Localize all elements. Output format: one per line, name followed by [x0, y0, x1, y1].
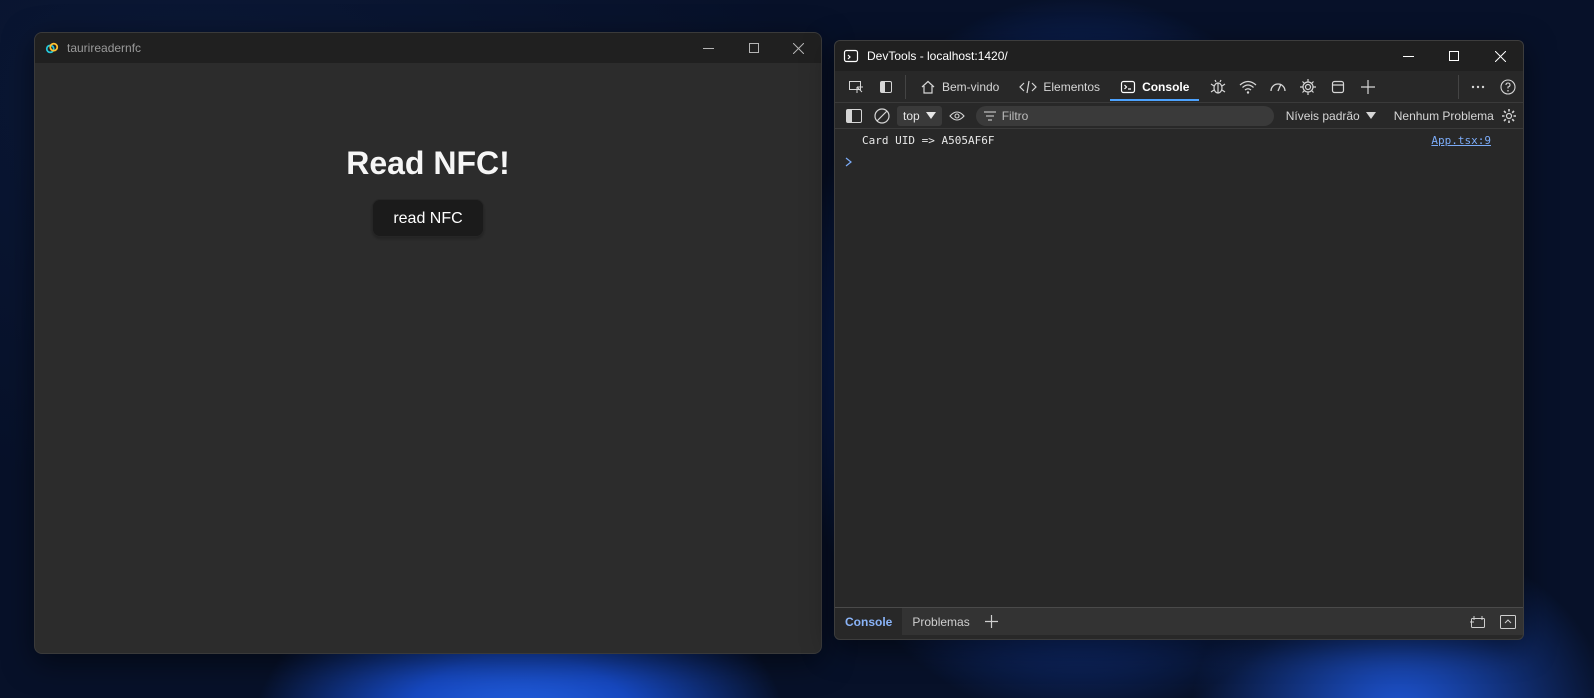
tab-network[interactable]	[1233, 72, 1263, 102]
tab-console-label: Console	[1142, 79, 1190, 94]
app-window: taurireadernfc Read NFC! read NFC	[34, 32, 822, 654]
app-titlebar[interactable]: taurireadernfc	[35, 33, 821, 63]
triangle-down-icon	[1365, 111, 1376, 119]
customize-menu-button[interactable]	[1463, 72, 1493, 102]
devtools-minimize-button[interactable]	[1385, 41, 1431, 71]
console-message: Card UID => A505AF6F App.tsx:9	[835, 129, 1523, 151]
tab-console[interactable]: Console	[1110, 71, 1200, 103]
console-message-source-link[interactable]: App.tsx:9	[1431, 134, 1491, 147]
gear-icon	[1501, 108, 1516, 123]
tab-elements[interactable]: Elementos	[1009, 71, 1110, 103]
console-output[interactable]: Card UID => A505AF6F App.tsx:9	[835, 129, 1523, 607]
device-emulation-button[interactable]	[871, 72, 901, 102]
tab-memory[interactable]	[1293, 72, 1323, 102]
application-icon	[1332, 80, 1345, 93]
maximize-icon	[1449, 51, 1459, 61]
devtools-maximize-button[interactable]	[1431, 41, 1477, 71]
drawer-tab-issues[interactable]: Problemas	[902, 608, 979, 636]
triangle-down-icon	[925, 111, 936, 119]
wifi-icon	[1239, 80, 1257, 94]
sidebar-icon	[846, 108, 862, 123]
read-nfc-button[interactable]: read NFC	[372, 199, 484, 237]
inspect-element-button[interactable]	[841, 72, 871, 102]
code-icon	[1019, 80, 1038, 93]
tab-application[interactable]	[1323, 72, 1353, 102]
app-content: Read NFC! read NFC	[35, 63, 821, 237]
page-title: Read NFC!	[346, 145, 510, 181]
maximize-icon	[748, 43, 759, 53]
maximize-button[interactable]	[731, 33, 776, 63]
clear-icon	[874, 107, 890, 124]
dock-icon	[1470, 615, 1485, 628]
inspect-icon	[849, 80, 863, 93]
chip-icon	[1300, 78, 1317, 95]
close-icon	[1494, 50, 1506, 62]
console-sidebar-button[interactable]	[841, 104, 867, 128]
console-message-text: Card UID => A505AF6F	[862, 133, 995, 147]
devtools-window-title: DevTools - localhost:1420/	[867, 49, 1008, 63]
tauri-logo-icon	[45, 42, 59, 54]
more-tools-button[interactable]	[1353, 72, 1383, 102]
gauge-icon	[1270, 82, 1287, 91]
console-settings-button[interactable]	[1496, 104, 1522, 128]
devtools-icon	[843, 49, 859, 63]
plus-icon	[1361, 79, 1376, 94]
dock-side-icon	[880, 80, 892, 93]
filter-placeholder: Filtro	[1001, 108, 1029, 123]
close-drawer-button[interactable]	[1493, 614, 1523, 629]
minimize-icon	[1402, 55, 1414, 57]
plus-icon	[985, 615, 999, 628]
help-button[interactable]	[1493, 72, 1523, 102]
tab-welcome[interactable]: Bem-vindo	[910, 71, 1009, 103]
home-icon	[921, 80, 935, 94]
console-filter-input[interactable]: Filtro	[975, 105, 1274, 126]
devtools-titlebar[interactable]: DevTools - localhost:1420/	[835, 41, 1523, 71]
minimize-drawer-icon	[1500, 614, 1516, 629]
toolbar-divider	[1458, 74, 1459, 99]
drawer-tab-console[interactable]: Console	[835, 607, 903, 636]
issues-counter[interactable]: Nenhum Problema	[1394, 109, 1494, 123]
filter-icon	[983, 110, 996, 121]
chevron-right-icon	[845, 157, 852, 167]
close-button[interactable]	[776, 33, 821, 63]
clear-console-button[interactable]	[869, 104, 895, 128]
drawer-add-tab-button[interactable]	[980, 615, 1004, 628]
tab-sources[interactable]	[1203, 72, 1233, 102]
live-expression-button[interactable]	[944, 104, 970, 128]
eye-icon	[948, 110, 965, 121]
console-toolbar: top Filtro Níveis padrão Nenhum Problema	[835, 103, 1523, 129]
help-icon	[1500, 78, 1516, 95]
close-icon	[793, 42, 804, 54]
console-icon	[1120, 80, 1136, 93]
context-selector[interactable]: top	[897, 105, 942, 126]
log-levels-dropdown[interactable]: Níveis padrão	[1286, 109, 1376, 123]
minimize-button[interactable]	[686, 33, 731, 63]
context-selector-value: top	[903, 108, 920, 123]
log-levels-label: Níveis padrão	[1285, 108, 1360, 123]
bug-icon	[1211, 79, 1226, 94]
devtools-close-button[interactable]	[1477, 41, 1523, 71]
devtools-tab-bar: Bem-vindo Elementos Console	[835, 71, 1523, 103]
tab-elements-label: Elementos	[1043, 79, 1101, 94]
tab-welcome-label: Bem-vindo	[942, 79, 1000, 94]
more-icon	[1471, 85, 1485, 88]
devtools-window: DevTools - localhost:1420/ Bem-vindo Ele…	[834, 40, 1524, 640]
minimize-icon	[703, 47, 714, 49]
drawer-tab-bar: Console Problemas	[835, 607, 1523, 636]
console-prompt[interactable]	[835, 151, 1523, 173]
app-window-title: taurireadernfc	[67, 41, 142, 55]
tab-performance[interactable]	[1263, 72, 1293, 102]
dock-drawer-button[interactable]	[1463, 615, 1493, 629]
toolbar-divider	[905, 74, 906, 99]
